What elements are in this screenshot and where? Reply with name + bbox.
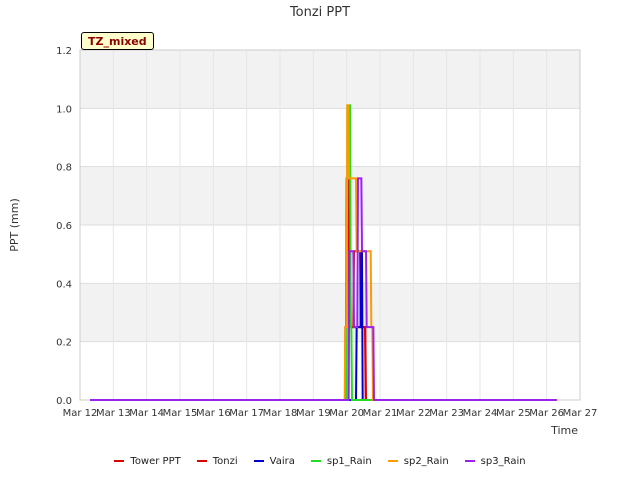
legend-item: Tower PPT <box>114 455 181 467</box>
x-axis-label: Time <box>550 424 578 437</box>
legend-item: sp1_Rain <box>310 455 372 467</box>
legend-label: Tonzi <box>212 455 238 467</box>
legend-item: Tonzi <box>196 455 238 467</box>
legend: Tower PPT Tonzi Vaira sp1_Rain sp2_Rain sp3_R… <box>0 452 640 470</box>
plot-band <box>80 225 580 284</box>
legend-swatch <box>253 460 264 462</box>
plot-band <box>80 283 580 342</box>
plot-band <box>80 341 580 400</box>
x-tick-label: Mar 14 <box>129 408 164 419</box>
x-tick-label: Mar 27 <box>563 408 598 419</box>
y-tick-label: 1.2 <box>56 46 72 57</box>
x-tick-label: Mar 19 <box>296 408 331 419</box>
legend-label: sp1_Rain <box>326 455 372 467</box>
y-tick-label: 0.0 <box>56 396 72 407</box>
legend-swatch <box>310 460 321 462</box>
legend-label: Vaira <box>269 455 295 467</box>
x-tick-label: Mar 21 <box>363 408 398 419</box>
x-tick-label: Mar 20 <box>329 408 364 419</box>
legend-swatch <box>114 460 125 462</box>
y-tick-labels: 0.0 0.2 0.4 0.6 0.8 1.0 1.2 <box>56 46 72 407</box>
y-tick-label: 0.2 <box>56 338 72 349</box>
legend-label: sp3_Rain <box>480 455 526 467</box>
legend-item: sp2_Rain <box>387 455 449 467</box>
site-annotation-badge: TZ_mixed <box>81 32 154 50</box>
legend-swatch <box>196 460 207 462</box>
x-tick-label: Mar 16 <box>196 408 231 419</box>
y-tick-label: 0.4 <box>56 279 72 290</box>
y-tick-label: 1.0 <box>56 104 72 115</box>
y-tick-label: 0.6 <box>56 221 72 232</box>
x-tick-label: Mar 15 <box>163 408 198 419</box>
plot-band <box>80 50 580 109</box>
x-tick-label: Mar 26 <box>529 408 564 419</box>
y-tick-label: 0.8 <box>56 163 72 174</box>
chart: Mar 12Mar 13Mar 14Mar 15Mar 16Mar 17Mar … <box>8 5 598 437</box>
legend-item: Vaira <box>253 455 295 467</box>
x-tick-label: Mar 18 <box>263 408 298 419</box>
chart-title: Tonzi PPT <box>289 5 350 20</box>
x-tick-label: Mar 24 <box>463 408 498 419</box>
plot-band <box>80 166 580 225</box>
y-axis-label: PPT (mm) <box>8 198 21 252</box>
legend-swatch <box>464 460 475 462</box>
x-tick-label: Mar 17 <box>229 408 264 419</box>
x-tick-label: Mar 23 <box>429 408 464 419</box>
plot-band <box>80 108 580 167</box>
legend-label: Tower PPT <box>130 455 181 467</box>
x-tick-labels: Mar 12Mar 13Mar 14Mar 15Mar 16Mar 17Mar … <box>63 408 598 419</box>
legend-label: sp2_Rain <box>403 455 449 467</box>
x-tick-label: Mar 12 <box>63 408 98 419</box>
x-tick-label: Mar 13 <box>96 408 131 419</box>
legend-swatch <box>387 460 398 462</box>
legend-item: sp3_Rain <box>464 455 526 467</box>
x-tick-label: Mar 22 <box>396 408 431 419</box>
x-tick-label: Mar 25 <box>496 408 531 419</box>
